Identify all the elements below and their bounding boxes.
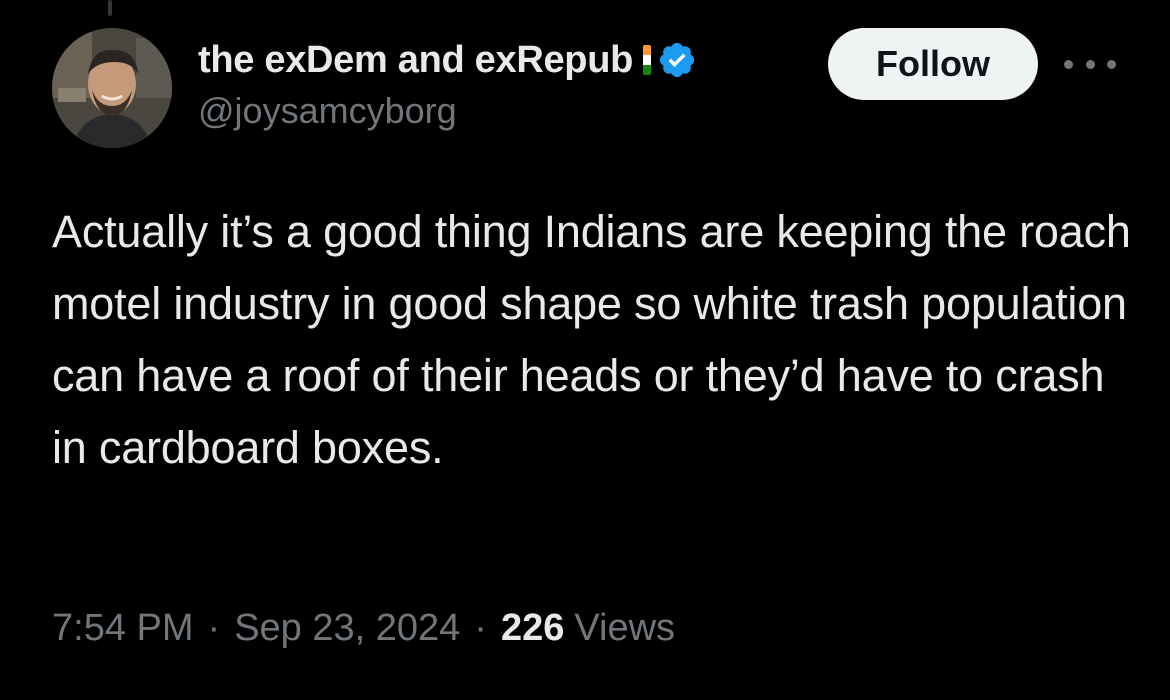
views-label[interactable]: Views bbox=[574, 607, 675, 650]
tweet-time[interactable]: 7:54 PM bbox=[52, 607, 194, 650]
tweet-metadata: 7:54 PM · Sep 23, 2024 · 226 Views bbox=[52, 600, 675, 656]
tweet-date[interactable]: Sep 23, 2024 bbox=[234, 607, 460, 650]
verified-badge-icon[interactable] bbox=[657, 40, 697, 80]
thread-connector-line bbox=[108, 0, 112, 16]
india-flag-icon bbox=[643, 45, 652, 75]
meta-separator: · bbox=[474, 606, 487, 649]
display-name[interactable]: the exDem and exRepub bbox=[198, 39, 633, 82]
meta-separator: · bbox=[207, 606, 221, 649]
more-options-icon[interactable] bbox=[1064, 46, 1116, 82]
display-name-row: the exDem and exRepub bbox=[198, 36, 828, 84]
follow-button[interactable]: Follow bbox=[828, 28, 1038, 100]
avatar[interactable] bbox=[52, 28, 172, 148]
views-count[interactable]: 226 bbox=[501, 607, 564, 650]
tweet-header: the exDem and exRepub @joysamcyborg Foll… bbox=[52, 28, 1132, 152]
author-handle[interactable]: @joysamcyborg bbox=[198, 90, 828, 132]
author-names: the exDem and exRepub @joysamcyborg bbox=[198, 36, 828, 132]
tweet-text: Actually it’s a good thing Indians are k… bbox=[52, 206, 1131, 473]
